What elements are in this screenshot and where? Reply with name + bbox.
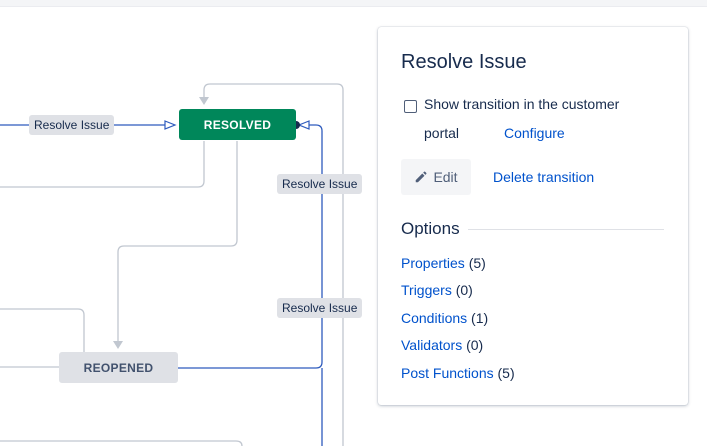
properties-count: (5) (468, 255, 486, 271)
connector-resolve-right-arrow (297, 120, 310, 130)
checkbox-label: Show transition in the customer (424, 96, 620, 112)
properties-link[interactable]: Properties (401, 255, 465, 271)
configure-link[interactable]: Configure (504, 125, 565, 141)
edit-button-label: Edit (433, 169, 458, 185)
connector-left-middle (0, 308, 85, 352)
connector-left-bottom (0, 141, 205, 188)
post-functions-count: (5) (497, 365, 515, 381)
conditions-count: (1) (471, 310, 489, 326)
transition-label-resolve-issue[interactable]: Resolve Issue (277, 174, 363, 194)
validators-count: (0) (466, 337, 484, 353)
option-properties: Properties (5) (401, 255, 486, 271)
transition-label-resolve-issue[interactable]: Resolve Issue (29, 115, 115, 135)
connector-reopened-arrow (113, 341, 123, 349)
post-functions-link[interactable]: Post Functions (401, 365, 494, 381)
status-resolved[interactable]: RESOLVED (179, 109, 296, 140)
triggers-link[interactable]: Triggers (401, 282, 452, 298)
option-conditions: Conditions (1) (401, 310, 488, 326)
edit-button[interactable]: Edit (401, 159, 471, 195)
panel-title: Resolve Issue (401, 51, 527, 73)
connector-resolved-reopened (117, 141, 238, 345)
status-reopened[interactable]: REOPENED (59, 352, 178, 383)
pencil-icon (416, 171, 427, 183)
connector-bottom (0, 440, 243, 446)
options-divider (468, 229, 664, 230)
option-triggers: Triggers (0) (401, 282, 473, 298)
connector-top-loop-arrow (199, 97, 209, 105)
option-post-functions: Post Functions (5) (401, 365, 515, 381)
transition-label-resolve-issue[interactable]: Resolve Issue (277, 298, 363, 318)
delete-transition-link[interactable]: Delete transition (493, 169, 594, 185)
connector-resolve-left-arrow (164, 120, 177, 130)
show-in-portal-checkbox[interactable] (404, 100, 417, 113)
option-validators: Validators (0) (401, 337, 483, 353)
conditions-link[interactable]: Conditions (401, 310, 467, 326)
triggers-count: (0) (455, 282, 473, 298)
validators-link[interactable]: Validators (401, 337, 462, 353)
options-heading: Options (401, 219, 460, 238)
checkbox-label-continued: portal (424, 125, 460, 141)
transition-details-panel: Resolve Issue Show transition in the cus… (378, 27, 688, 405)
